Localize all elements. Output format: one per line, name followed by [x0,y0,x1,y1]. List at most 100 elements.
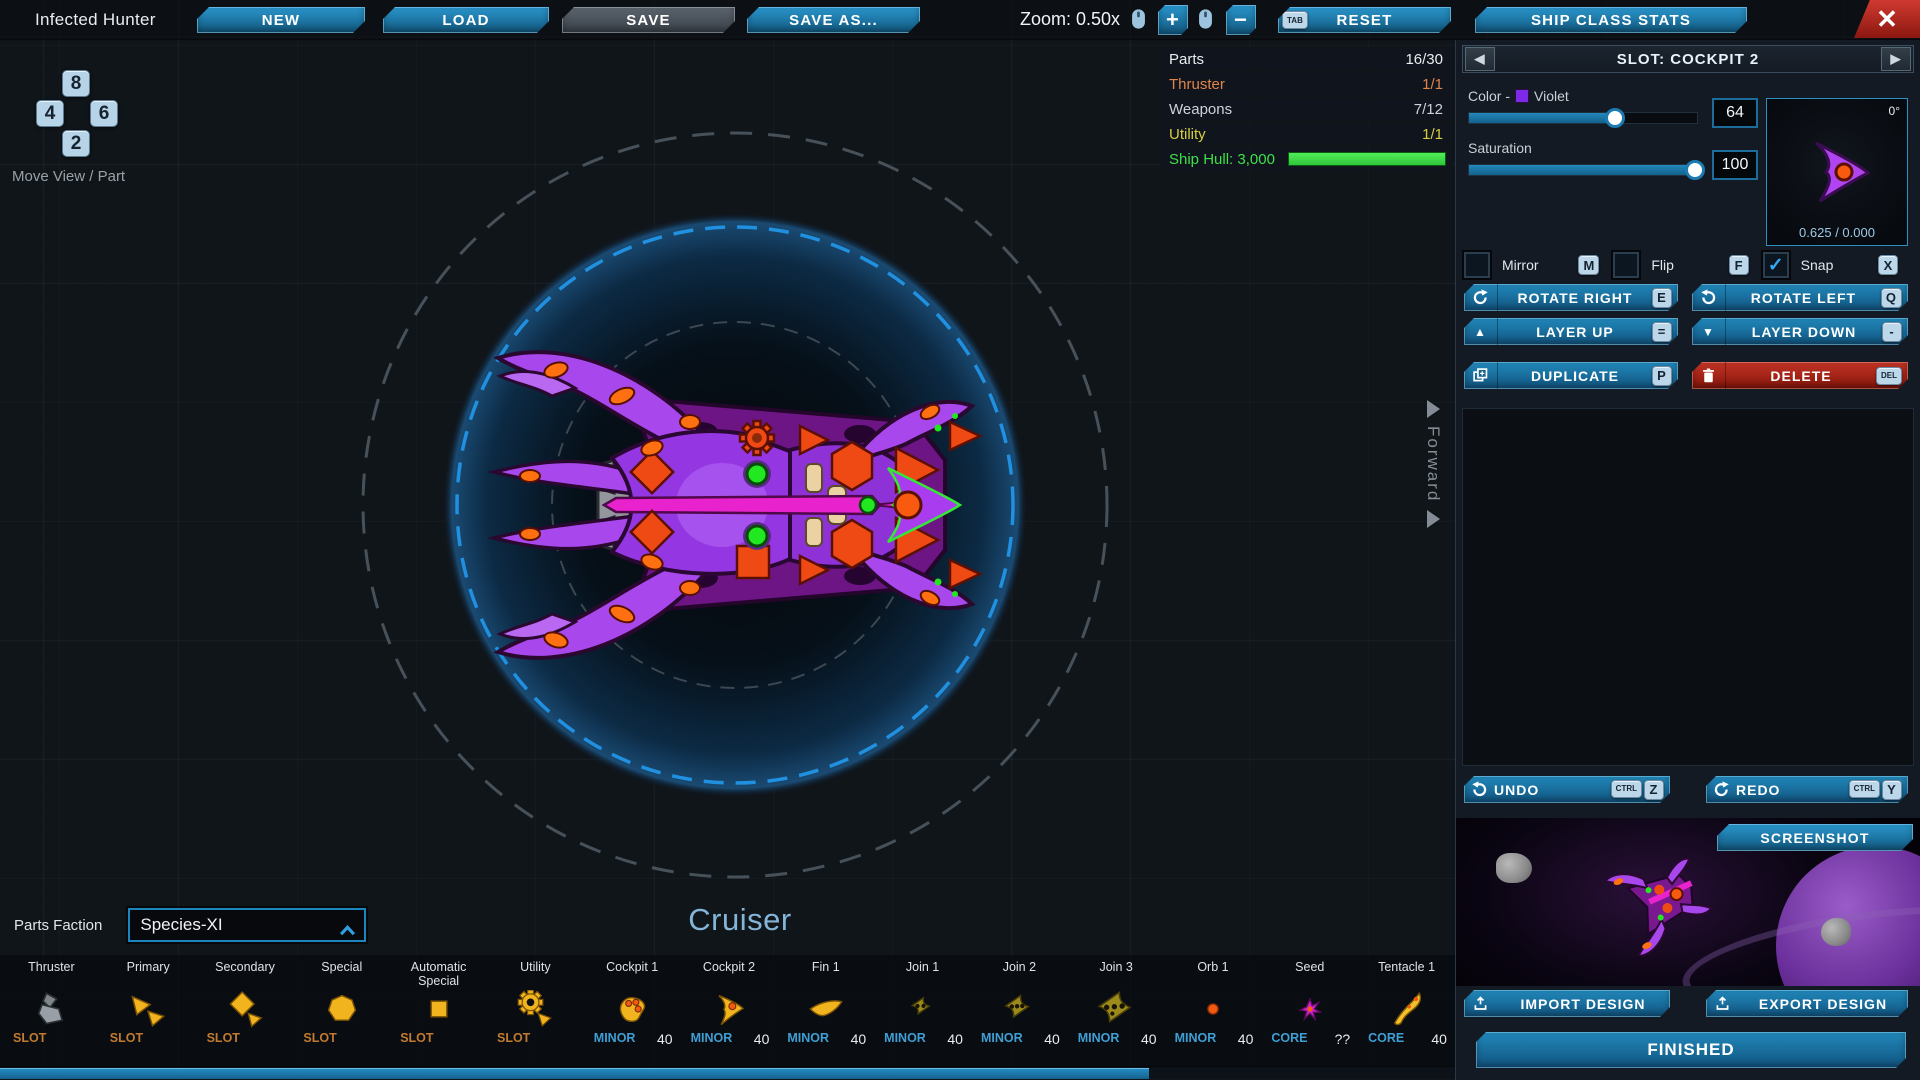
part-label: Secondary [215,957,275,987]
ship-thumbnail [1606,846,1716,956]
part-label: Cockpit 2 [703,957,755,987]
duplicate-button[interactable]: DUPLICATE P [1464,362,1678,389]
tentacle-icon [1388,987,1426,1031]
part-item[interactable]: Join 2MINOR40 [971,957,1068,1066]
keycap: CTRL [1611,780,1642,798]
faction-label: Parts Faction [14,917,102,934]
rotate-left-icon [1692,284,1726,311]
rotate-left-button[interactable]: ROTATE LEFT Q [1692,284,1908,311]
cockpit1-icon [613,987,651,1031]
forward-label: Forward [1423,426,1443,502]
save-as-button[interactable]: SAVE AS... [747,7,920,33]
part-tier: MINOR [981,1031,1023,1047]
part-item[interactable]: Automatic SpecialSLOT [390,957,487,1066]
screenshot-button[interactable]: SCREENSHOT [1717,824,1913,851]
stat-label: Weapons [1169,101,1232,118]
part-item[interactable]: SeedCORE?? [1261,957,1358,1066]
rotate-right-button[interactable]: ROTATE RIGHT E [1464,284,1678,311]
color-slider[interactable] [1468,112,1698,124]
keycap: CTRL [1849,780,1880,798]
import-design-button[interactable]: IMPORT DESIGN [1464,990,1670,1017]
part-item[interactable]: Orb 1MINOR40 [1165,957,1262,1066]
reset-view-button[interactable]: TAB RESET [1278,7,1451,33]
palette-scrollbar-track[interactable] [0,1066,1455,1079]
part-label: Seed [1295,957,1324,987]
saturation-slider[interactable] [1468,164,1698,176]
stat-label: Parts [1169,51,1204,68]
new-button[interactable]: NEW [197,7,365,33]
slot-title: SLOT: COCKPIT 2 [1617,51,1760,68]
save-button[interactable]: SAVE [562,7,735,33]
layer-up-button[interactable]: ▲ LAYER UP = [1464,318,1678,345]
color-value-box[interactable]: 64 [1712,98,1758,128]
part-label: Tentacle 1 [1378,957,1435,987]
snap-checkbox[interactable]: ✓ [1763,252,1789,278]
ship-scene-preview: SCREENSHOT [1456,818,1920,986]
layer-up-icon: ▲ [1464,318,1498,345]
part-item[interactable]: ThrusterSLOT [3,957,100,1066]
key-4: 4 [36,100,64,127]
next-slot-button[interactable]: ▶ [1881,47,1911,71]
finished-button[interactable]: FINISHED [1476,1032,1906,1068]
thruster-icon [32,987,70,1031]
part-value: 40 [947,1031,963,1047]
saturation-value-box[interactable]: 100 [1712,150,1758,180]
export-design-button[interactable]: EXPORT DESIGN [1706,990,1908,1017]
zoom-level-label: Zoom: 0.50x [1020,9,1120,30]
zoom-out-button[interactable]: − [1226,5,1256,35]
auto-special-icon [420,987,458,1031]
forward-arrow-icon [1427,400,1440,418]
flip-checkbox[interactable] [1613,252,1639,278]
redo-icon [1706,776,1736,803]
part-item[interactable]: Cockpit 1MINOR40 [584,957,681,1066]
keycap: M [1578,255,1599,275]
part-item[interactable]: Tentacle 1CORE40 [1358,957,1455,1066]
part-tier: MINOR [1078,1031,1120,1047]
ship-class-stats-button[interactable]: SHIP CLASS STATS [1475,7,1747,33]
part-coordinates: 0.625 / 0.000 [1767,225,1907,240]
design-canvas[interactable]: 8 4 6 2 Move View / Part Parts16/30Thrus… [0,40,1455,1080]
load-button[interactable]: LOAD [383,7,549,33]
key-8: 8 [62,70,90,97]
part-item[interactable]: UtilitySLOT [487,957,584,1066]
ship-name: Infected Hunter [35,10,156,30]
parts-palette: ThrusterSLOTPrimarySLOTSecondarySLOTSpec… [0,955,1455,1066]
toggle-label: Flip [1651,257,1674,273]
part-tier: MINOR [691,1031,733,1047]
previous-slot-button[interactable]: ◀ [1465,47,1495,71]
part-item[interactable]: Cockpit 2 MINOR 40 [681,957,778,1066]
delete-button[interactable]: DELETE DEL [1692,362,1908,389]
orb-icon [1194,987,1232,1031]
color-slider-knob[interactable] [1605,108,1625,128]
part-item[interactable]: Join 1MINOR40 [874,957,971,1066]
secondary-icon [226,987,264,1031]
part-item[interactable]: PrimarySLOT [100,957,197,1066]
close-button[interactable]: ✕ [1854,0,1920,38]
asteroid [1821,918,1851,946]
mirror-checkbox[interactable] [1464,252,1490,278]
redo-button[interactable]: REDO CTRLY [1706,776,1908,803]
stat-value: 1/1 [1422,126,1443,143]
zoom-in-button[interactable]: + [1158,5,1188,35]
part-item[interactable]: Fin 1MINOR40 [777,957,874,1066]
palette-scrollbar-thumb[interactable] [0,1068,1149,1079]
mouse-scroll-icon [1131,8,1146,30]
keycap: E [1652,288,1672,308]
fin-icon [807,987,845,1031]
part-item[interactable]: Join 3MINOR40 [1068,957,1165,1066]
stat-row: Thruster1/1 [1160,73,1452,95]
layer-down-icon: ▼ [1692,318,1726,345]
part-label: Special [321,957,362,987]
part-item[interactable]: SpecialSLOT [293,957,390,1066]
join1-icon [904,987,942,1031]
keycap: X [1878,255,1898,275]
part-value: 40 [754,1031,770,1047]
stat-row: Weapons7/12 [1160,98,1452,120]
faction-dropdown[interactable]: Species-XI [128,908,366,942]
layer-down-button[interactable]: ▼ LAYER DOWN - [1692,318,1908,345]
part-value: 40 [1141,1031,1157,1047]
part-item[interactable]: SecondarySLOT [197,957,294,1066]
undo-button[interactable]: UNDO CTRLZ [1464,776,1670,803]
move-hint-label: Move View / Part [12,168,125,185]
saturation-slider-knob[interactable] [1685,160,1705,180]
